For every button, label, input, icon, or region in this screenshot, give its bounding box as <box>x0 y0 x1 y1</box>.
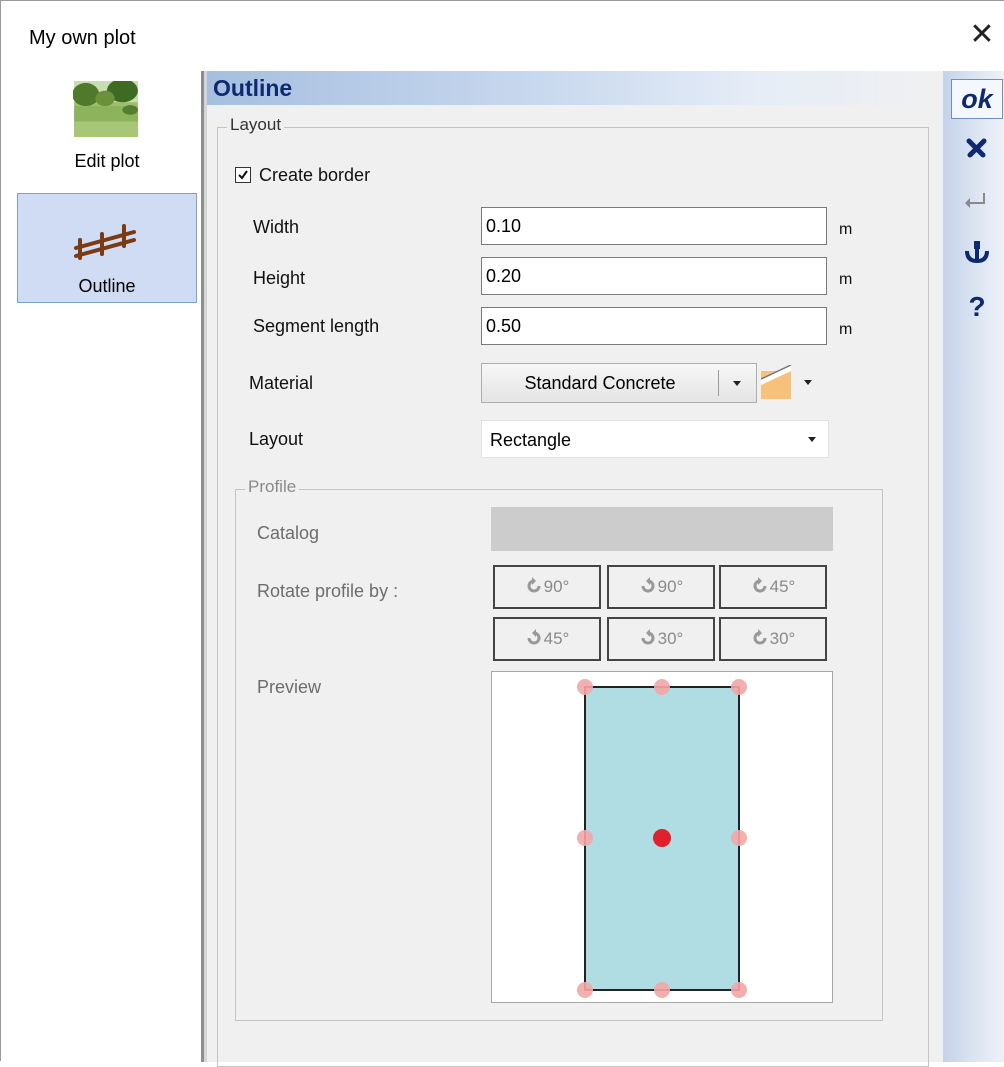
rotate-ccw-icon <box>753 577 767 593</box>
cancel-button[interactable] <box>953 133 1001 169</box>
layout-dropdown-icon <box>808 437 816 442</box>
rotate-value: 30° <box>769 629 796 648</box>
center-point <box>653 829 671 847</box>
sidebar-item-outline[interactable]: Outline <box>17 193 197 303</box>
rotate-profile-label: Rotate profile by : <box>257 581 399 601</box>
rotate-value: 30° <box>657 629 684 648</box>
sidebar-item-edit-plot[interactable]: Edit plot <box>17 71 197 181</box>
layout-label: Layout <box>249 429 304 449</box>
rotate-cw-icon <box>641 629 655 645</box>
help-icon: ? <box>968 291 985 322</box>
rotate-ccw-45-button[interactable]: 45° <box>719 565 827 609</box>
catalog-label: Catalog <box>257 523 320 543</box>
anchor-button[interactable] <box>953 237 1001 273</box>
ok-button[interactable]: ok <box>951 79 1003 119</box>
panel-title: Outline <box>213 75 293 101</box>
cancel-icon <box>966 138 987 158</box>
handle-point <box>577 982 593 998</box>
profile-group-legend: Profile <box>245 477 300 497</box>
layout-group-legend: Layout <box>227 115 285 135</box>
rotate-ccw-icon <box>527 577 541 593</box>
handle-point <box>731 982 747 998</box>
create-border-checkbox[interactable] <box>235 167 251 183</box>
enter-icon <box>965 193 985 208</box>
segment-length-label: Segment length <box>253 316 380 336</box>
segment-length-unit: m <box>839 321 853 338</box>
rotate-cw-90-button[interactable]: 90° <box>607 565 715 609</box>
height-unit: m <box>839 271 853 288</box>
anchor-icon <box>965 241 989 264</box>
material-button[interactable]: Standard Concrete <box>481 363 757 403</box>
height-input[interactable]: 0.20 <box>481 257 827 295</box>
rotate-ccw-90-button[interactable]: 90° <box>493 565 601 609</box>
handle-point <box>654 679 670 695</box>
width-unit: m <box>839 221 853 238</box>
rotate-value: 45° <box>769 577 796 596</box>
layout-select-value: Rectangle <box>490 430 572 450</box>
material-swatch-icon[interactable] <box>761 365 797 401</box>
material-separator <box>718 370 719 396</box>
rotate-ccw-30-button[interactable]: 30° <box>719 617 827 661</box>
dialog-window: My own plot ✕ Edit plot Outline Outline … <box>0 0 1004 1067</box>
panel-header: Outline <box>207 71 943 105</box>
create-border-label: Create border <box>259 165 371 185</box>
rotate-ccw-icon <box>753 629 767 645</box>
height-label: Height <box>253 268 306 288</box>
fence-icon <box>74 224 136 260</box>
enter-button[interactable] <box>953 185 1001 221</box>
rotate-cw-icon <box>527 629 541 645</box>
rotate-value: 45° <box>543 629 570 648</box>
sidebar-item-label: Outline <box>78 276 136 296</box>
swatch-dropdown-icon[interactable] <box>804 380 812 385</box>
preview-label: Preview <box>257 677 322 697</box>
material-value: Standard Concrete <box>524 373 676 393</box>
svg-text:?: ? <box>968 291 985 322</box>
close-icon: ✕ <box>969 18 995 51</box>
rotate-value: 90° <box>657 577 684 596</box>
material-dropdown-icon[interactable] <box>733 381 741 386</box>
title-bar: My own plot ✕ <box>1 1 1004 71</box>
handle-point <box>577 679 593 695</box>
profile-preview <box>491 671 833 1003</box>
width-input[interactable]: 0.10 <box>481 207 827 245</box>
sidebar: Edit plot Outline <box>1 71 201 1062</box>
width-label: Width <box>253 217 300 237</box>
handle-point <box>731 830 747 846</box>
right-toolbar: ok ? <box>943 71 1004 1062</box>
segment-length-input[interactable]: 0.50 <box>481 307 827 345</box>
layout-select[interactable]: Rectangle <box>481 420 829 458</box>
sidebar-item-label: Edit plot <box>74 151 140 171</box>
material-label: Material <box>249 373 314 393</box>
handle-point <box>654 982 670 998</box>
window-title: My own plot <box>29 27 136 49</box>
plot-thumbnail-icon <box>73 81 138 137</box>
profile-preview-canvas <box>577 679 747 998</box>
checkmark-icon <box>238 170 248 180</box>
handle-point <box>577 830 593 846</box>
close-button[interactable]: ✕ <box>967 17 997 53</box>
rotate-value: 90° <box>543 577 570 596</box>
main-panel: Outline Layout Create border Width 0.10 … <box>207 71 943 1067</box>
rotate-cw-45-button[interactable]: 45° <box>493 617 601 661</box>
handle-point <box>731 679 747 695</box>
rotate-cw-30-button[interactable]: 30° <box>607 617 715 661</box>
rotate-cw-icon <box>641 577 655 593</box>
catalog-field <box>491 507 833 551</box>
help-button[interactable]: ? <box>953 289 1001 325</box>
